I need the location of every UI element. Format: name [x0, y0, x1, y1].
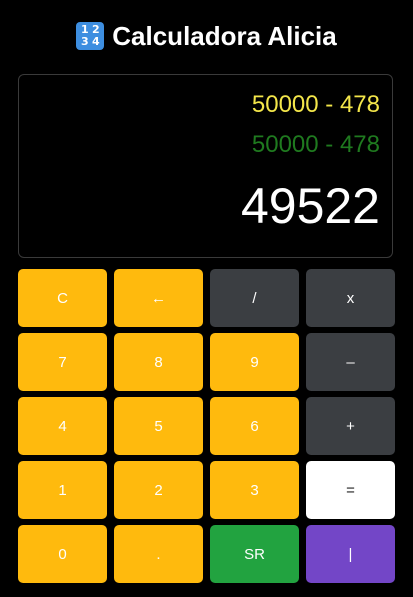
previous-expression: 50000 - 478 — [251, 91, 380, 118]
result-value: 49522 — [240, 178, 380, 234]
decimal-button[interactable]: . — [114, 525, 203, 583]
equals-button[interactable]: = — [306, 461, 395, 519]
digit-3-button[interactable]: 3 — [210, 461, 299, 519]
digit-9-button[interactable]: 9 — [210, 333, 299, 391]
plus-button[interactable]: + — [306, 397, 395, 455]
backspace-button[interactable]: ← — [114, 269, 203, 327]
calculator-display: 50000 - 478 50000 - 478 49522 — [18, 74, 393, 258]
digit-7-button[interactable]: 7 — [18, 333, 107, 391]
digit-2-button[interactable]: 2 — [114, 461, 203, 519]
icon-digit: 4 — [91, 35, 100, 48]
minus-button[interactable]: – — [306, 333, 395, 391]
digit-0-button[interactable]: 0 — [18, 525, 107, 583]
multiply-button[interactable]: x — [306, 269, 395, 327]
digit-6-button[interactable]: 6 — [210, 397, 299, 455]
keypad: C ← / x 7 8 9 – 4 5 6 + 1 2 3 = 0 . SR | — [18, 269, 395, 583]
digit-4-button[interactable]: 4 — [18, 397, 107, 455]
pipe-button[interactable]: | — [306, 525, 395, 583]
app-header: 1 2 3 4 Calculadora Alicia — [0, 18, 413, 54]
icon-digit: 3 — [80, 35, 89, 48]
digit-5-button[interactable]: 5 — [114, 397, 203, 455]
digit-1-button[interactable]: 1 — [18, 461, 107, 519]
sqrt-button[interactable]: SR — [210, 525, 299, 583]
clear-button[interactable]: C — [18, 269, 107, 327]
divide-button[interactable]: / — [210, 269, 299, 327]
numbers-icon: 1 2 3 4 — [76, 22, 105, 50]
digit-8-button[interactable]: 8 — [114, 333, 203, 391]
page-title: Calculadora Alicia — [112, 20, 337, 51]
current-expression: 50000 - 478 — [251, 131, 380, 158]
